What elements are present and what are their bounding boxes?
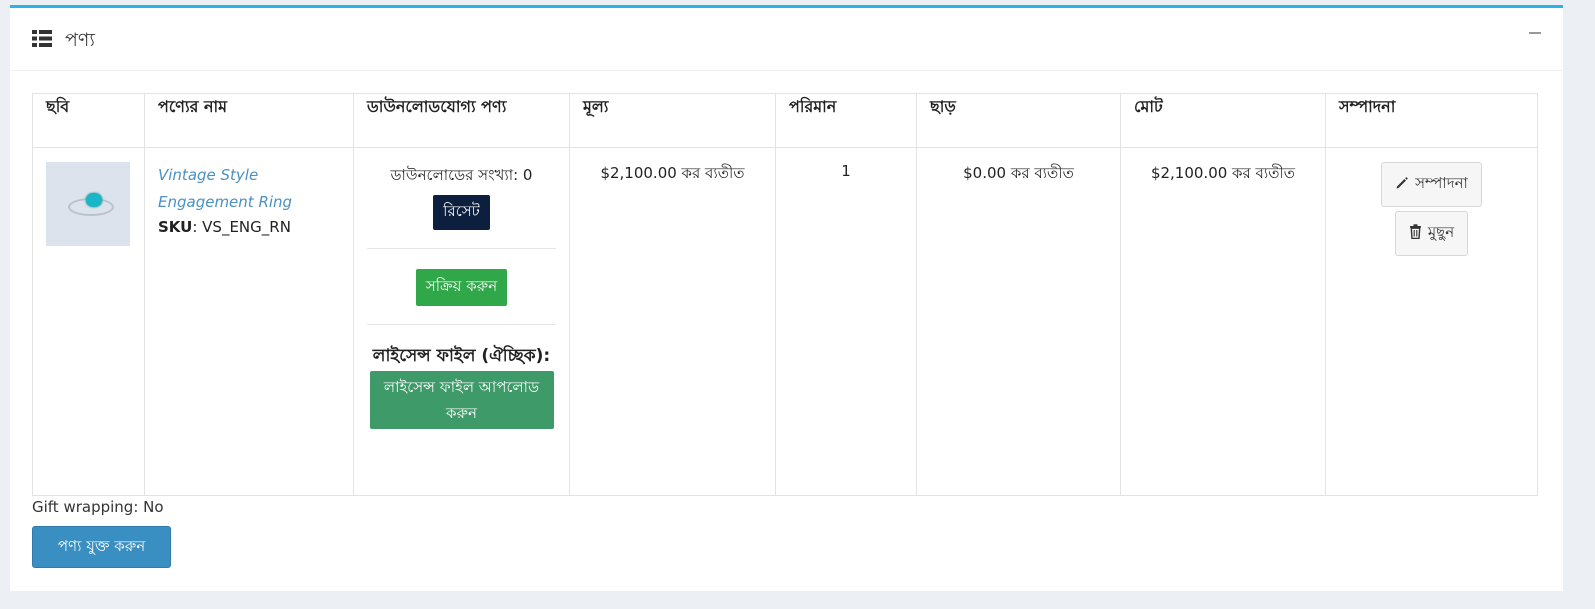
table-header-row: ছবি পণ্যের নাম ডাউনলোডযোগ্য পণ্য মূল্য প… xyxy=(32,93,1538,148)
header-image: ছবি xyxy=(32,93,145,148)
add-product-button[interactable]: পণ্য যুক্ত করুন xyxy=(32,526,171,568)
products-table: ছবি পণ্যের নাম ডাউনলোডযোগ্য পণ্য মূল্য প… xyxy=(32,93,1538,496)
reset-button[interactable]: রিসেট xyxy=(433,195,490,230)
header-discount: ছাড় xyxy=(916,93,1121,148)
edit-button[interactable]: সম্পাদনা xyxy=(1381,162,1482,207)
cell-product-name: Vintage Style Engagement Ring SKU: VS_EN… xyxy=(144,147,354,496)
license-file-title: লাইসেন্স ফাইল (ঐচ্ছিক): xyxy=(372,346,551,366)
cell-image xyxy=(32,147,145,496)
header-edit: সম্পাদনা xyxy=(1325,93,1538,148)
minus-icon[interactable] xyxy=(1529,32,1541,34)
edit-label: সম্পাদনা xyxy=(1415,174,1468,192)
header-quantity: পরিমান xyxy=(775,93,917,148)
header-price: মূল্য xyxy=(569,93,776,148)
ring-image xyxy=(46,162,130,246)
cell-edit: সম্পাদনা মুছুন xyxy=(1325,147,1538,496)
header-total: মোট xyxy=(1120,93,1326,148)
panel-header: পণ্য xyxy=(10,8,1563,71)
products-panel: পণ্য ছবি পণ্যের নাম ডাউনলোডযোগ্য পণ্য মূ… xyxy=(10,5,1563,591)
list-icon xyxy=(32,30,52,47)
cell-total: $2,100.00 কর ব্যতীত xyxy=(1120,147,1326,496)
cell-price: $2,100.00 কর ব্যতীত xyxy=(569,147,776,496)
cell-downloadable: ডাউনলোডের সংখ্যা: 0 রিসেট সক্রিয় করুন ল… xyxy=(353,147,570,496)
sku-value: : VS_ENG_RN xyxy=(192,218,291,236)
download-count: ডাউনলোডের সংখ্যা: 0 xyxy=(390,166,533,184)
cell-discount: $0.00 কর ব্যতীত xyxy=(916,147,1121,496)
cell-quantity: 1 xyxy=(775,147,917,496)
product-name-link[interactable]: Vintage Style Engagement Ring xyxy=(158,162,308,216)
upload-license-button[interactable]: লাইসেন্স ফাইল আপলোড করুন xyxy=(369,371,554,429)
delete-button[interactable]: মুছুন xyxy=(1394,211,1469,256)
gift-wrapping-status: Gift wrapping: No xyxy=(32,498,164,516)
header-downloadable: ডাউনলোডযোগ্য পণ্য xyxy=(353,93,570,148)
divider xyxy=(367,248,556,249)
pencil-icon xyxy=(1396,177,1408,189)
table-row: Vintage Style Engagement Ring SKU: VS_EN… xyxy=(32,147,1538,496)
sku-line: SKU: VS_ENG_RN xyxy=(158,218,340,236)
delete-label: মুছুন xyxy=(1427,223,1455,241)
header-product-name: পণ্যের নাম xyxy=(144,93,354,148)
panel-title: পণ্য xyxy=(65,29,95,51)
divider xyxy=(367,324,556,325)
sku-label: SKU xyxy=(158,218,193,236)
activate-button[interactable]: সক্রিয় করুন xyxy=(415,269,508,306)
trash-icon xyxy=(1409,224,1421,239)
